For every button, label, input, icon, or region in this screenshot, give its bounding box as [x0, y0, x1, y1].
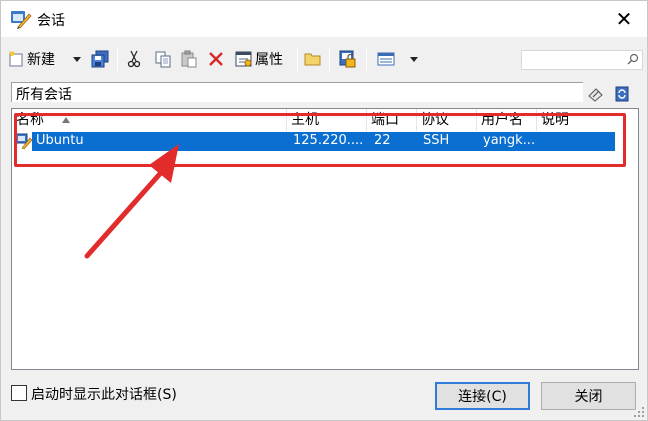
save-icon	[91, 50, 109, 68]
column-header-username[interactable]: 用户名	[477, 109, 537, 131]
copy-button[interactable]	[154, 47, 172, 71]
app-icon	[11, 11, 32, 29]
cut-button[interactable]	[127, 47, 141, 71]
toolbar: 新建 属性	[2, 43, 646, 75]
refresh-icon	[615, 86, 629, 102]
properties-label: 属性	[255, 52, 283, 68]
toolbar-separator	[329, 47, 330, 71]
new-session-button[interactable]: 新建	[7, 47, 55, 71]
column-header-host[interactable]: 主机	[287, 109, 367, 131]
close-icon[interactable]: ✕	[601, 1, 647, 37]
dropdown-icon	[73, 57, 81, 62]
properties-icon	[235, 51, 252, 67]
paste-button[interactable]	[180, 47, 198, 71]
column-header-description[interactable]: 说明	[537, 109, 638, 131]
column-header-protocol[interactable]: 协议	[417, 109, 477, 131]
save-button[interactable]	[91, 47, 109, 71]
column-header-name[interactable]: 名称	[12, 109, 287, 131]
column-header-port[interactable]: 端口	[367, 109, 417, 131]
session-host: 125.220....	[293, 133, 364, 148]
toolbar-separator	[117, 47, 118, 71]
paste-icon	[181, 50, 197, 68]
search-box[interactable]	[521, 50, 643, 70]
window-title: 会话	[37, 13, 65, 29]
refresh-button[interactable]	[612, 85, 632, 103]
session-dialog: 会话 ✕ 新建 属性 所有会话 名称 主机 端口 协议 用户名 说明 Ubunt…	[0, 0, 648, 421]
new-dropdown-button[interactable]	[72, 47, 82, 71]
search-input[interactable]	[522, 51, 622, 69]
dropdown-icon	[410, 57, 418, 62]
close-button[interactable]: 关闭	[541, 382, 636, 410]
folder-icon	[304, 53, 321, 66]
view-button[interactable]	[377, 47, 395, 71]
link-button[interactable]	[586, 85, 606, 103]
new-session-icon	[9, 51, 23, 67]
delete-button[interactable]	[208, 47, 224, 71]
group-label: 所有会话	[16, 87, 72, 103]
title-bar: 会话 ✕	[1, 1, 647, 37]
session-protocol: SSH	[423, 133, 450, 148]
arrow-annotation	[84, 144, 179, 259]
show-on-startup-checkbox[interactable]	[11, 385, 27, 401]
resize-grip-icon[interactable]	[633, 406, 645, 418]
sort-asc-icon	[62, 117, 70, 123]
link-icon	[588, 88, 603, 102]
column-header-row: 名称 主机 端口 协议 用户名 说明	[12, 109, 638, 131]
search-icon[interactable]	[627, 53, 639, 65]
session-icon	[15, 133, 32, 149]
toolbar-separator	[297, 47, 298, 71]
session-username: yangk...	[483, 133, 536, 148]
session-port: 22	[374, 133, 391, 148]
delete-icon	[209, 52, 223, 66]
show-on-startup-label[interactable]: 启动时显示此对话框(S)	[31, 384, 177, 404]
toolbar-separator	[366, 47, 367, 71]
view-dropdown-button[interactable]	[409, 47, 419, 71]
view-icon	[377, 52, 395, 66]
group-path-bar: 所有会话	[11, 82, 583, 103]
connect-button[interactable]: 连接(C)	[435, 382, 530, 410]
cut-icon	[127, 50, 141, 68]
lock-button[interactable]	[338, 47, 356, 71]
new-folder-button[interactable]	[304, 47, 322, 71]
session-name: Ubuntu	[36, 133, 84, 148]
properties-button[interactable]: 属性	[235, 47, 283, 71]
new-session-label: 新建	[27, 52, 55, 68]
copy-icon	[155, 51, 171, 68]
lock-icon	[339, 50, 356, 68]
